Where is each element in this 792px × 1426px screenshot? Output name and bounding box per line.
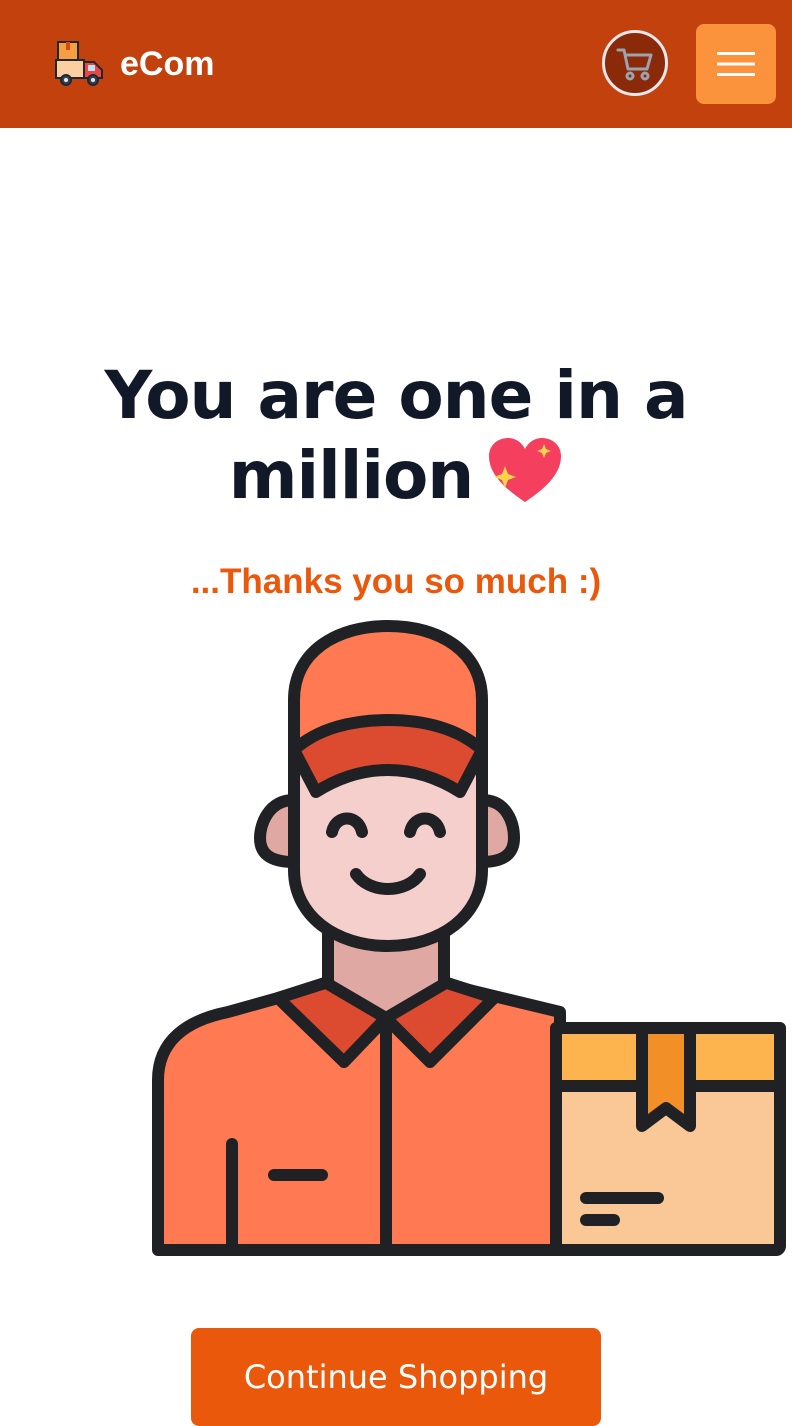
- delivery-man-with-package-icon: [152, 620, 786, 1256]
- navbar: eCom: [0, 0, 792, 128]
- menu-toggle-button[interactable]: [696, 24, 776, 104]
- shopping-cart-icon: [616, 48, 653, 81]
- cart-button[interactable]: [602, 30, 668, 96]
- hamburger-menu-icon: [717, 52, 755, 76]
- thanks-subtitle: ...Thanks you so much :): [190, 562, 602, 601]
- brand-home-link[interactable]: eCom: [54, 38, 214, 90]
- sparkling-heart-icon: [489, 438, 562, 502]
- headline-text: You are one in a million: [104, 357, 688, 514]
- brand-name: eCom: [120, 44, 215, 83]
- delivery-truck-icon: [55, 41, 103, 86]
- continue-shopping-button[interactable]: Continue Shopping: [191, 1328, 601, 1426]
- thank-you-headline: You are one in a million: [96, 356, 696, 516]
